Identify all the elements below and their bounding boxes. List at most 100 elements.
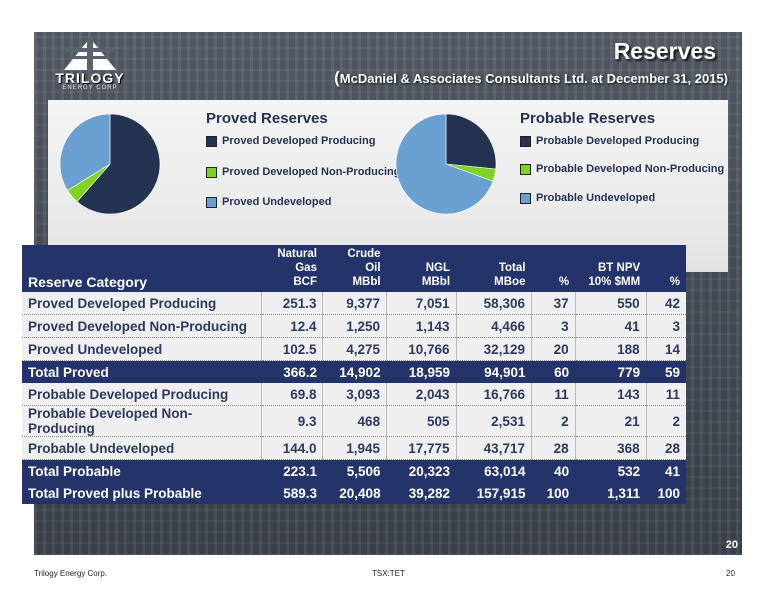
row-value: 157,915 [456,482,532,504]
probable-legend-item-undeveloped: Probable Undeveloped [520,192,655,204]
legend-label: Proved Developed Non-Producing [222,166,401,178]
reserves-table: Reserve Category Natural Gas BCF Crude Oil M… [22,245,686,504]
row-value: 1,250 [322,314,387,338]
row-value: 28 [645,436,686,460]
footer-company: Trilogy Energy Corp. [34,569,108,578]
row-value: 11 [645,383,686,406]
row-value: 17,775 [386,436,457,460]
header-percent: % [531,245,576,292]
header-natural-gas: Natural Gas BCF [261,245,323,292]
table-row: Total Probable 223.1 5,506 20,323 63,014 40 53… [22,459,686,482]
row-value: 94,901 [456,360,532,383]
row-value: 21 [574,405,647,437]
row-value: 251.3 [260,292,323,315]
row-value: 100 [646,482,686,504]
row-value: 3 [645,314,686,338]
row-value: 4,466 [455,314,532,338]
logo-text: TRILOGY [55,70,125,86]
row-value: 366.2 [261,360,323,383]
row-value: 589.3 [261,482,323,504]
header-crude-oil: Crude Oil MBbl [322,245,387,292]
header-total: Total MBoe [456,245,532,292]
row-value: 60 [531,360,576,383]
page-subtitle: (McDaniel & Associates Consultants Ltd. … [334,68,728,88]
probable-legend-title: Probable Reserves [520,110,656,127]
row-value: 63,014 [456,459,532,482]
row-value: 468 [322,405,387,437]
row-value: 223.1 [261,459,323,482]
proved-legend-item-producing: Proved Developed Producing [206,135,375,147]
legend-label: Proved Developed Producing [222,135,376,147]
row-value: 1,143 [386,314,457,338]
row-value: 779 [575,360,647,383]
row-value: 14 [645,337,686,361]
legend-swatch-undeveloped [520,192,531,204]
row-value: 16,766 [455,383,532,406]
row-value: 102.5 [260,337,323,361]
row-value: 368 [574,436,647,460]
table-row: Proved Undeveloped 102.5 4,275 10,766 32,129… [22,337,686,361]
row-value: 39,282 [386,482,457,504]
proved-reserves-pie [59,113,161,215]
row-category: Total Proved [22,360,262,383]
table-row: Total Proved 366.2 14,902 18,959 94,901 60 779… [22,360,686,383]
row-value: 143 [574,383,647,406]
row-value: 69.8 [260,383,323,406]
row-value: 5,506 [322,459,387,482]
pie-slice-probable-developed-producing [445,113,497,170]
legend-label: Probable Undeveloped [536,192,656,204]
row-value: 9,377 [322,292,387,315]
row-value: 144.0 [260,436,323,460]
row-value: 58,306 [455,292,532,315]
probable-legend-item-producing: Probable Developed Producing [520,135,699,147]
legend-label: Probable Developed Non-Producing [536,163,725,175]
table-row: Proved Developed Non-Producing 12.4 1,250 1… [22,314,686,338]
row-value: 2,531 [455,405,532,437]
legend-swatch-non-producing [206,166,217,178]
header-bt-npv: BT NPV 10% $MM [575,245,647,292]
row-category: Total Proved plus Probable [22,482,262,504]
row-category: Total Probable [22,459,262,482]
row-value: 3 [530,314,576,338]
table-row: Total Proved plus Probable 589.3 20,408 39,… [22,482,686,504]
row-category: Probable Developed Producing [22,383,262,406]
legend-swatch-undeveloped [206,196,217,208]
row-value: 20,408 [322,482,387,504]
row-value: 20,323 [386,459,457,482]
table-row: Probable Developed Producing 69.8 3,093 2,0… [22,383,686,406]
row-value: 188 [574,337,647,361]
legend-swatch-producing [520,135,531,147]
slide-page-number: 20 [725,539,738,551]
row-value: 505 [386,405,457,437]
header-ngl: NGL MBbl [386,245,457,292]
probable-reserves-pie [395,113,497,215]
footer-ticker: TSX:TET [372,569,405,578]
footer-page-number: 20 [726,569,735,578]
row-category: Probable Developed Non-Producing [22,405,262,437]
proved-legend-title: Proved Reserves [206,110,328,127]
subtitle-text: McDaniel & Associates Consultants Ltd. a… [339,71,728,86]
row-value: 18,959 [386,360,457,383]
row-value: 11 [530,383,576,406]
header-reserve-category: Reserve Category [22,245,262,292]
row-value: 2 [645,405,686,437]
table-row: Probable Undeveloped 144.0 1,945 17,775 43,7… [22,436,686,460]
table-row: Proved Developed Producing 251.3 9,377 7,05… [22,292,686,315]
row-value: 2,043 [386,383,457,406]
row-value: 14,902 [322,360,387,383]
row-value: 2 [530,405,576,437]
row-value: 43,717 [455,436,532,460]
row-value: 59 [646,360,686,383]
row-value: 12.4 [260,314,323,338]
legend-swatch-producing [206,135,217,147]
table-row: Probable Developed Non-Producing 9.3 468 50… [22,405,686,437]
row-value: 1,311 [575,482,647,504]
legend-label: Proved Undeveloped [222,196,332,208]
logo-subtext: ENERGY CORP [62,85,118,91]
legend-swatch-non-producing [520,163,531,175]
proved-legend-item-undeveloped: Proved Undeveloped [206,196,331,208]
row-value: 532 [575,459,647,482]
proved-legend-item-non-producing: Proved Developed Non-Producing [206,166,400,178]
row-value: 32,129 [455,337,532,361]
row-category: Proved Undeveloped [22,337,262,361]
